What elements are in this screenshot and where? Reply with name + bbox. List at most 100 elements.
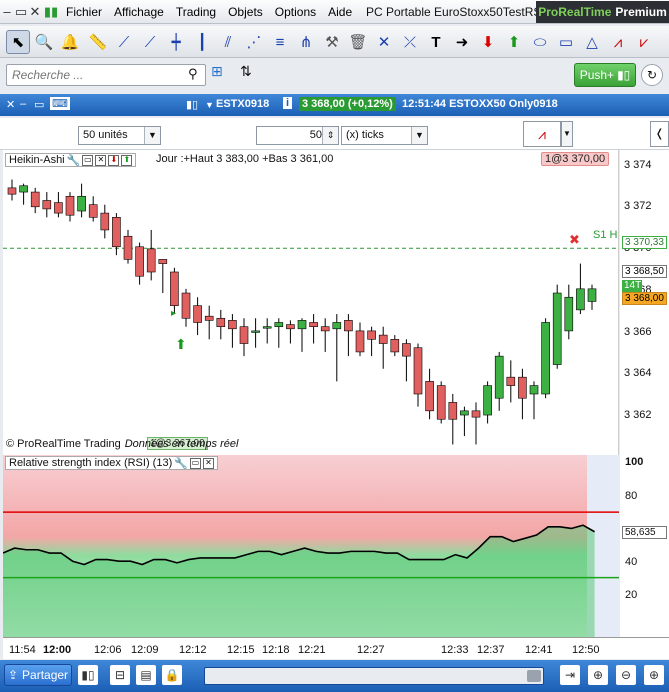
- zoom-in-icon[interactable]: ⊕: [644, 665, 664, 685]
- candle[interactable]: [19, 183, 28, 205]
- lock-icon[interactable]: 🔒: [162, 665, 182, 685]
- wrench-icon[interactable]: 🔧: [67, 154, 81, 167]
- candle[interactable]: [367, 326, 376, 357]
- zoom-icon[interactable]: 🔍: [32, 30, 56, 54]
- diagonal-cross-icon[interactable]: ⤫: [398, 30, 422, 54]
- table-icon[interactable]: ▤: [136, 665, 156, 685]
- instrument-code[interactable]: ESTX0918: [216, 98, 269, 110]
- candle[interactable]: [448, 394, 458, 445]
- ticks-unit-dropdown[interactable]: (x) ticks ▼: [341, 126, 428, 145]
- candle[interactable]: [123, 229, 133, 264]
- menu-aide[interactable]: Aide: [322, 5, 358, 19]
- trendline-icon[interactable]: ⟋: [112, 30, 136, 54]
- chevron-down-icon[interactable]: ▼: [561, 121, 573, 147]
- arrow-right-icon[interactable]: ➜: [450, 30, 474, 54]
- search-input[interactable]: [6, 64, 206, 86]
- stop-marker-icon[interactable]: ✖: [569, 233, 580, 248]
- ellipse-icon[interactable]: ⬭: [528, 30, 552, 54]
- channel-icon[interactable]: ⫽: [216, 30, 240, 54]
- restore-icon[interactable]: ▭: [14, 4, 28, 20]
- candle[interactable]: [471, 402, 481, 445]
- candle[interactable]: [541, 318, 550, 399]
- alert-bell-icon[interactable]: 🔔: [58, 30, 82, 54]
- wrench-icon[interactable]: 🔧: [174, 457, 188, 470]
- ray-icon[interactable]: ⟋: [138, 30, 162, 54]
- share-button[interactable]: ⇪ Partager: [4, 664, 72, 686]
- menu-fichier[interactable]: Fichier: [60, 5, 108, 19]
- rsi-indicator-label[interactable]: Relative strength index (RSI) (13) 🔧 ▭ ✕: [5, 456, 218, 470]
- candle[interactable]: [181, 288, 191, 327]
- rsi-axis[interactable]: 100 80 40 20 58,635: [620, 455, 669, 637]
- keyboard-icon[interactable]: ⌨: [50, 97, 70, 110]
- zoom-fit-icon[interactable]: ⊕: [588, 665, 608, 685]
- position-label[interactable]: 1@3 370,00: [541, 152, 610, 166]
- time-axis[interactable]: 11:54 12:00 12:06 12:09 12:12 12:15 12:1…: [3, 637, 669, 659]
- rsi-panel[interactable]: [2, 455, 619, 637]
- candle[interactable]: [112, 213, 121, 256]
- candle[interactable]: [506, 360, 516, 403]
- indicator-label[interactable]: Heikin-Ashi 🔧 ▭ ✕ ⬇ ⬆: [5, 153, 137, 167]
- candle[interactable]: [262, 318, 272, 344]
- menu-options[interactable]: Options: [269, 5, 322, 19]
- candle[interactable]: [425, 368, 434, 420]
- candle[interactable]: [251, 318, 260, 348]
- indicator-icon[interactable]: ⩘: [523, 121, 561, 147]
- candle[interactable]: [309, 314, 318, 344]
- candle[interactable]: [158, 259, 168, 294]
- candle[interactable]: [587, 284, 597, 310]
- candle[interactable]: [564, 284, 574, 340]
- close-icon[interactable]: ✕: [28, 4, 42, 20]
- scanner-icon[interactable]: ⊞: [211, 63, 233, 87]
- menu-affichage[interactable]: Affichage: [108, 5, 170, 19]
- trash-icon[interactable]: 🗑: [346, 30, 370, 54]
- candle[interactable]: [30, 187, 40, 214]
- price-chart[interactable]: ⬆ ▸ ✖: [3, 150, 619, 455]
- candle[interactable]: [483, 381, 492, 424]
- candle[interactable]: [77, 183, 86, 218]
- move-up-icon[interactable]: ⬆: [121, 154, 133, 166]
- candle[interactable]: [460, 406, 469, 437]
- candle[interactable]: [332, 314, 342, 382]
- fibonacci-icon[interactable]: ≡: [268, 30, 292, 54]
- candle[interactable]: [390, 335, 400, 357]
- candle[interactable]: [239, 318, 249, 357]
- info-icon[interactable]: i: [283, 97, 293, 109]
- candle[interactable]: [274, 318, 284, 348]
- menu-objets[interactable]: Objets: [222, 5, 269, 19]
- text-tool-icon[interactable]: T: [424, 30, 448, 54]
- layout-icon[interactable]: ⊟: [110, 665, 130, 685]
- minimize-icon[interactable]: –: [0, 4, 14, 19]
- candle[interactable]: [518, 368, 527, 420]
- pitchfork-icon[interactable]: ⋔: [294, 30, 318, 54]
- candle[interactable]: [193, 297, 202, 336]
- chart-settings-icon[interactable]: ❬: [650, 121, 669, 147]
- candle[interactable]: [436, 381, 446, 424]
- candle[interactable]: [135, 242, 144, 285]
- hammer-icon[interactable]: ⚒: [320, 30, 344, 54]
- candle[interactable]: [576, 263, 585, 315]
- rectangle-icon[interactable]: ▭: [554, 30, 578, 54]
- candle[interactable]: [204, 305, 214, 340]
- vertical-line-icon[interactable]: ┃: [190, 30, 214, 54]
- ruler-icon[interactable]: 📏: [86, 30, 110, 54]
- sort-icon[interactable]: ⇅: [240, 63, 260, 87]
- arrow-up-icon[interactable]: ⬆: [502, 30, 526, 54]
- instrument-dropdown-icon[interactable]: ▼: [205, 100, 214, 110]
- candle[interactable]: [42, 192, 52, 218]
- refresh-icon[interactable]: ↻: [641, 64, 663, 86]
- candle[interactable]: [7, 179, 17, 201]
- candle[interactable]: [402, 339, 411, 382]
- candle[interactable]: [552, 284, 562, 369]
- close-icon[interactable]: ✕: [202, 457, 214, 469]
- entry-marker-icon[interactable]: ▸: [171, 308, 176, 319]
- candle[interactable]: [216, 309, 226, 340]
- fan-icon[interactable]: ⋰: [242, 30, 266, 54]
- cross-line-icon[interactable]: ✕: [372, 30, 396, 54]
- push-button[interactable]: Push+ ▮▯: [574, 63, 636, 87]
- chart-scrollbar[interactable]: [204, 667, 544, 685]
- minimize-icon[interactable]: –: [20, 98, 26, 110]
- candle[interactable]: [286, 320, 295, 344]
- candle[interactable]: [146, 229, 156, 281]
- candle[interactable]: [320, 318, 330, 352]
- close-icon[interactable]: ✕: [6, 98, 15, 111]
